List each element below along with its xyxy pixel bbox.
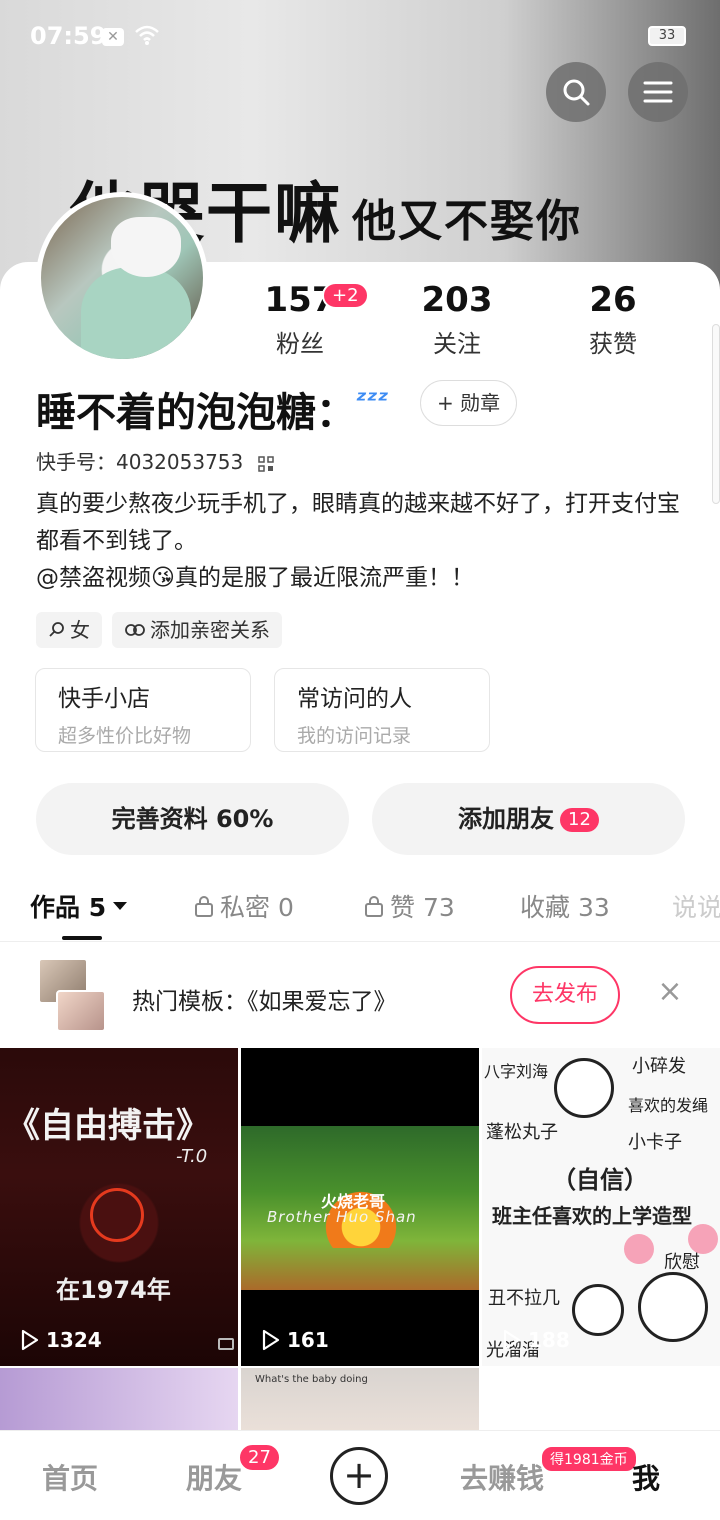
- play-count: 188: [502, 1328, 570, 1352]
- scrollbar[interactable]: [712, 324, 720, 504]
- play-icon: [262, 1329, 280, 1351]
- gender-tag[interactable]: 女: [36, 612, 102, 648]
- content-tabs: 作品 5 私密 0 赞 73 收藏 33 说说: [0, 880, 720, 942]
- add-medal-button[interactable]: + 勋章: [420, 380, 518, 426]
- stat-likes[interactable]: 26 获赞: [553, 280, 673, 359]
- lock-icon: [195, 896, 213, 917]
- play-count: 1324: [20, 1328, 102, 1352]
- video-item[interactable]: 《自由搏击》 -T.0 在1974年 1324: [0, 1048, 238, 1366]
- earn-badge: 得1981金币: [540, 1445, 638, 1473]
- stat-following[interactable]: 203 关注: [397, 280, 517, 359]
- sleep-emoji-icon: ᶻᶻᶻ: [356, 386, 389, 416]
- tab-favorites[interactable]: 收藏 33: [520, 888, 610, 924]
- video-item[interactable]: 火烧老哥 Brother Huo Shan 161: [241, 1048, 479, 1366]
- add-relation-tag[interactable]: 添加亲密关系: [112, 612, 282, 648]
- frequent-visitors-card[interactable]: 常访问的人 我的访问记录: [274, 668, 490, 752]
- wifi-icon: [135, 25, 159, 45]
- kuaishou-shop-card[interactable]: 快手小店 超多性价比好物: [35, 668, 251, 752]
- template-promo[interactable]: 热门模板：《如果爱忘了》 去发布 ×: [0, 944, 720, 1048]
- close-icon[interactable]: ×: [656, 977, 684, 1007]
- status-bar: 07:59 ✕ 33: [0, 0, 720, 74]
- link-icon: [125, 624, 145, 636]
- avatar[interactable]: [36, 192, 208, 364]
- nav-home[interactable]: 首页: [42, 1457, 98, 1497]
- video-camera-icon: [218, 1338, 234, 1350]
- fans-new-badge: +2: [322, 282, 369, 309]
- female-icon: [49, 622, 64, 637]
- tab-moments[interactable]: 说说: [672, 888, 720, 924]
- nav-me[interactable]: 我: [632, 1457, 660, 1497]
- video-item[interactable]: 八字刘海 小碎发 喜欢的发绳 蓬松丸子 小卡子 （自信） 班主任喜欢的上学造型 …: [482, 1048, 720, 1366]
- menu-icon: [643, 81, 673, 103]
- lock-icon: [365, 896, 383, 917]
- add-friend-badge: 12: [560, 808, 599, 832]
- nav-friends[interactable]: 朋友: [186, 1457, 242, 1497]
- kuaishou-id[interactable]: 快手号：4032053753: [36, 446, 274, 475]
- menu-button[interactable]: [628, 62, 688, 122]
- profile-name: 睡不着的泡泡糖：: [36, 390, 356, 436]
- active-tab-indicator: [62, 936, 102, 940]
- add-friend-button[interactable]: 添加朋友 12: [372, 783, 685, 855]
- tab-private[interactable]: 私密 0: [194, 888, 294, 924]
- template-thumbnail: [56, 990, 106, 1032]
- complete-profile-button[interactable]: 完善资料 60%: [36, 783, 349, 855]
- play-count: 161: [261, 1328, 329, 1352]
- notification-icon: ✕: [102, 28, 124, 46]
- caret-down-icon: [113, 902, 128, 910]
- search-icon: [563, 79, 590, 106]
- bio: 真的要少熬夜少玩手机了，眼睛真的越来越不好了，打开支付宝都看不到钱了。 @禁盗视…: [36, 491, 680, 591]
- tab-liked[interactable]: 赞 73: [364, 888, 455, 924]
- search-button[interactable]: [546, 62, 606, 122]
- status-time: 07:59: [30, 22, 107, 50]
- create-button[interactable]: +: [330, 1447, 388, 1505]
- qrcode-icon[interactable]: [257, 455, 274, 472]
- profile-tags: 女 添加亲密关系: [36, 612, 282, 648]
- promo-text: 热门模板：《如果爱忘了》: [132, 989, 397, 1015]
- tab-works[interactable]: 作品 5: [30, 888, 128, 924]
- play-icon: [503, 1329, 521, 1351]
- bottom-nav: 首页 朋友 27 + 去赚钱 得1981金币 我: [0, 1430, 720, 1520]
- battery-indicator: 33: [648, 26, 686, 46]
- play-icon: [21, 1329, 39, 1351]
- friends-badge: 27: [238, 1443, 281, 1472]
- publish-button[interactable]: 去发布: [510, 966, 620, 1024]
- nav-earn[interactable]: 去赚钱: [460, 1457, 544, 1497]
